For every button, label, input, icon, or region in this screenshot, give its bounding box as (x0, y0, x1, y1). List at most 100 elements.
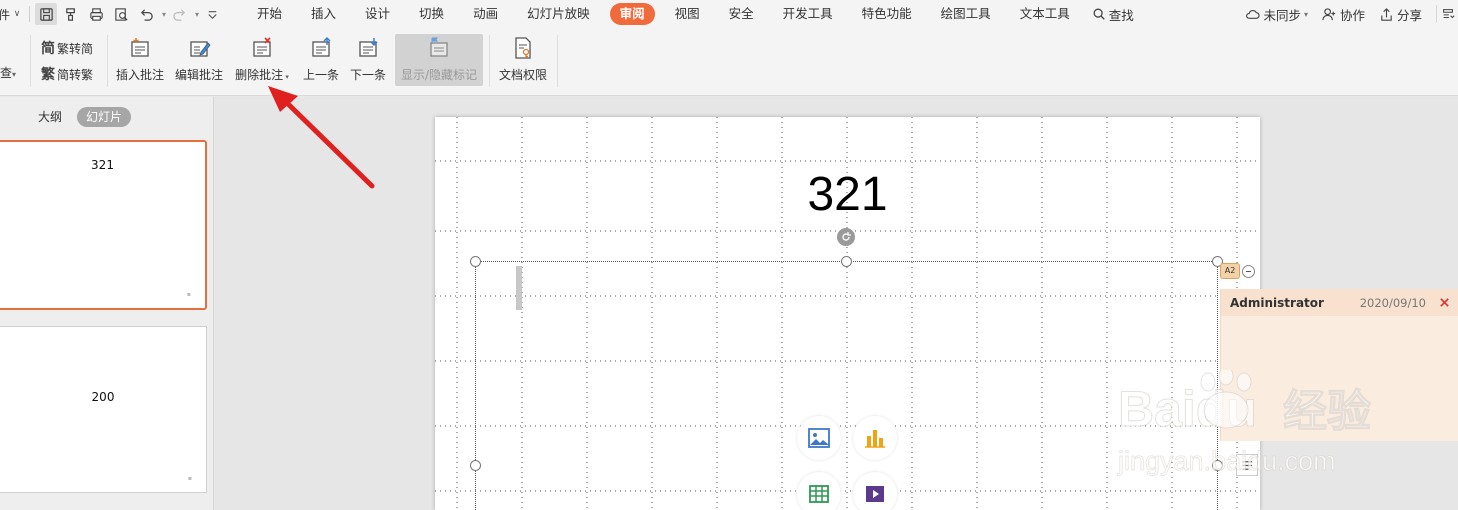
share-icon (1381, 7, 1392, 21)
search-label: 查找 (1108, 7, 1134, 23)
file-menu[interactable]: 文件 (0, 6, 10, 23)
insert-picture-button[interactable] (797, 416, 841, 460)
insert-video-button[interactable] (853, 472, 897, 510)
comment-marker-tag[interactable]: A2 (1220, 263, 1240, 279)
user-add-icon (1322, 7, 1336, 20)
tab-10[interactable]: 特色功能 (853, 3, 921, 25)
print-preview-button[interactable] (110, 3, 132, 25)
chevron-down-icon[interactable]: ∨ (10, 9, 24, 19)
red-arrow-annotation (268, 86, 375, 189)
tab-11[interactable]: 绘图工具 (932, 3, 1000, 25)
thumbnail-comment-mark: ▪ (187, 475, 192, 482)
slide-thumbnail-2[interactable]: 200 ▪ (0, 326, 207, 493)
resize-handle[interactable] (841, 256, 852, 267)
insert-comment-icon (131, 38, 149, 57)
trad-to-simp-button[interactable]: 简 繁转简 (41, 38, 93, 58)
tab-3[interactable]: 切换 (410, 3, 453, 25)
undo-button[interactable] (135, 3, 157, 25)
divider (557, 35, 558, 87)
layout-options-button[interactable] (1236, 454, 1258, 476)
comment-author: Administrator (1230, 295, 1324, 310)
collapse-comment-icon[interactable] (1242, 264, 1255, 278)
rotate-icon (842, 232, 851, 241)
bar-chart-icon (865, 430, 885, 448)
trad-to-simp-label: 繁转简 (57, 41, 94, 56)
comment-box[interactable]: Administrator 2020/09/10 (1220, 289, 1458, 441)
quick-access-toolbar: 文件 ∨ ▾ ▾ (0, 0, 226, 28)
customize-toolbar-button[interactable] (201, 3, 223, 25)
video-icon (866, 486, 884, 502)
tab-4[interactable]: 动画 (464, 3, 507, 25)
resize-handle[interactable] (470, 256, 481, 267)
undo-icon (140, 8, 153, 21)
trad-simp-icon: 简 (41, 41, 55, 57)
delete-comment-button[interactable]: 删除批注 ▾ (233, 34, 291, 86)
show-hide-markup-button[interactable]: 显示/隐藏标记 (395, 34, 483, 86)
chevron-down-icon: ▾ (283, 73, 289, 81)
tab-6[interactable]: 审阅 (609, 3, 655, 25)
insert-table-button[interactable] (797, 472, 841, 510)
collaborate-button[interactable]: 协作 (1322, 5, 1365, 24)
cloud-icon (1246, 9, 1260, 19)
edit-comment-label: 编辑批注 (174, 68, 223, 82)
sync-button[interactable]: 未同步 ▾ (1245, 5, 1308, 24)
next-comment-label: 下一条 (349, 68, 386, 82)
undo-dropdown-icon[interactable]: ▾ (160, 10, 168, 19)
comment-marker[interactable]: A2 (1220, 263, 1255, 279)
show-hide-markup-label: 显示/隐藏标记 (400, 68, 478, 82)
tab-5[interactable]: 幻灯片放映 (518, 3, 599, 25)
printer-icon (89, 7, 103, 21)
simp-to-trad-label: 简转繁 (57, 67, 94, 82)
save-icon (39, 7, 53, 21)
edit-comment-icon (190, 41, 211, 57)
next-comment-button[interactable]: 下一条 (347, 34, 389, 86)
delete-comment-label: 删除批注 (235, 68, 284, 82)
resize-handle[interactable] (470, 460, 481, 471)
search-icon (1093, 8, 1105, 20)
tab-12[interactable]: 文本工具 (1011, 3, 1079, 25)
edit-comment-button[interactable]: 编辑批注 (174, 34, 224, 86)
simp-to-trad-button[interactable]: 繁 简转繁 (41, 64, 93, 84)
tab-8[interactable]: 安全 (720, 3, 763, 25)
document-permission-button[interactable]: 文档权限 (496, 34, 550, 86)
collapse-ribbon-button[interactable] (1436, 5, 1458, 23)
chevron-down-icon: ▾ (1303, 9, 1308, 19)
layout-options-icon (1242, 460, 1252, 470)
rotate-handle[interactable] (837, 228, 855, 246)
search-button[interactable]: 查找 (1092, 5, 1134, 24)
format-painter-icon (65, 7, 75, 21)
tab-slides[interactable]: 幻灯片 (77, 107, 132, 127)
divider (107, 35, 108, 87)
format-painter-button[interactable] (60, 3, 82, 25)
redo-dropdown-icon[interactable]: ▾ (193, 10, 201, 19)
ribbon-review: 查▾ 简 繁转简 繁 简转繁 插入批注 编辑批注 删除批注 ▾ 上一条 下一条 … (0, 28, 1458, 96)
previous-comment-button[interactable]: 上一条 (300, 34, 342, 86)
picture-icon (808, 428, 830, 448)
slide-thumbnail-1[interactable]: 321 ▪ (0, 140, 207, 310)
tab-2[interactable]: 设计 (356, 3, 399, 25)
insert-chart-button[interactable] (853, 416, 897, 460)
close-icon (1439, 298, 1449, 307)
divider (29, 6, 30, 22)
tab-outline[interactable]: 大纲 (38, 107, 62, 127)
redo-button[interactable] (168, 3, 190, 25)
save-button[interactable] (35, 3, 57, 25)
share-button[interactable]: 分享 (1379, 5, 1422, 24)
tab-0[interactable]: 开始 (248, 3, 291, 25)
print-button[interactable] (85, 3, 107, 25)
ribbon-tabs: 开始 插入 设计 切换 动画 幻灯片放映 审阅 视图 安全 开发工具 特色功能 绘图工具 文本工具 (248, 3, 1090, 25)
close-comment-button[interactable] (1438, 297, 1450, 309)
spell-check-button[interactable]: 查▾ (0, 64, 16, 81)
tab-1[interactable]: 插入 (302, 3, 345, 25)
insert-comment-button[interactable]: 插入批注 (115, 34, 165, 86)
resize-handle[interactable] (1212, 460, 1223, 471)
share-label: 分享 (1396, 7, 1422, 23)
insert-comment-label: 插入批注 (115, 68, 164, 82)
previous-comment-icon (312, 36, 331, 57)
content-placeholder-frame[interactable] (475, 261, 1218, 510)
divider (30, 35, 31, 87)
tab-7[interactable]: 视图 (666, 3, 709, 25)
tab-9[interactable]: 开发工具 (774, 3, 842, 25)
slide-title[interactable]: 321 (435, 167, 1260, 222)
print-preview-icon (114, 7, 128, 21)
